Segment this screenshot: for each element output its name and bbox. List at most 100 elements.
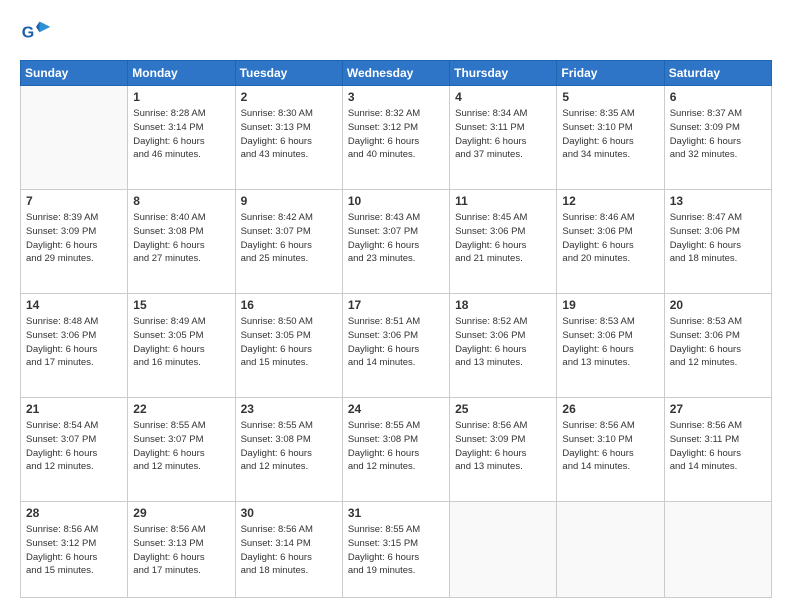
week-row-3: 14 Sunrise: 8:48 AM Sunset: 3:06 PM Dayli… (21, 294, 772, 398)
day-number: 26 (562, 402, 658, 416)
day-cell: 30Sunrise: 8:56 AM Sunset: 3:14 PM Dayli… (235, 502, 342, 598)
day-cell: 23 Sunrise: 8:55 AM Sunset: 3:08 PM Dayli… (235, 398, 342, 502)
day-info: Sunrise: 8:56 AM Sunset: 3:13 PM Dayligh… (133, 523, 229, 578)
day-info: Sunrise: 8:46 AM Sunset: 3:06 PM Dayligh… (562, 211, 658, 266)
day-info: Sunrise: 8:30 AM Sunset: 3:13 PM Dayligh… (241, 107, 337, 162)
day-cell: 5 Sunrise: 8:35 AM Sunset: 3:10 PM Daylig… (557, 86, 664, 190)
day-cell: 26Sunrise: 8:56 AM Sunset: 3:10 PM Dayli… (557, 398, 664, 502)
day-info: Sunrise: 8:55 AM Sunset: 3:07 PM Dayligh… (133, 419, 229, 474)
day-header-tuesday: Tuesday (235, 61, 342, 86)
day-number: 16 (241, 298, 337, 312)
day-header-friday: Friday (557, 61, 664, 86)
day-info: Sunrise: 8:56 AM Sunset: 3:09 PM Dayligh… (455, 419, 551, 474)
logo: G (20, 18, 56, 50)
day-cell: 18Sunrise: 8:52 AM Sunset: 3:06 PM Dayli… (450, 294, 557, 398)
day-number: 8 (133, 194, 229, 208)
day-number: 19 (562, 298, 658, 312)
day-info: Sunrise: 8:50 AM Sunset: 3:05 PM Dayligh… (241, 315, 337, 370)
day-cell: 9Sunrise: 8:42 AM Sunset: 3:07 PM Daylig… (235, 190, 342, 294)
day-info: Sunrise: 8:52 AM Sunset: 3:06 PM Dayligh… (455, 315, 551, 370)
day-cell: 19 Sunrise: 8:53 AM Sunset: 3:06 PM Dayli… (557, 294, 664, 398)
day-number: 25 (455, 402, 551, 416)
day-cell: 20 Sunrise: 8:53 AM Sunset: 3:06 PM Dayli… (664, 294, 771, 398)
day-info: Sunrise: 8:47 AM Sunset: 3:06 PM Dayligh… (670, 211, 766, 266)
day-cell: 2 Sunrise: 8:30 AM Sunset: 3:13 PM Daylig… (235, 86, 342, 190)
day-number: 11 (455, 194, 551, 208)
day-info: Sunrise: 8:32 AM Sunset: 3:12 PM Dayligh… (348, 107, 444, 162)
day-number: 31 (348, 506, 444, 520)
day-info: Sunrise: 8:53 AM Sunset: 3:06 PM Dayligh… (670, 315, 766, 370)
day-cell: 24 Sunrise: 8:55 AM Sunset: 3:08 PM Dayli… (342, 398, 449, 502)
day-cell (21, 86, 128, 190)
day-cell: 21Sunrise: 8:54 AM Sunset: 3:07 PM Dayli… (21, 398, 128, 502)
day-cell: 17Sunrise: 8:51 AM Sunset: 3:06 PM Dayli… (342, 294, 449, 398)
day-info: Sunrise: 8:39 AM Sunset: 3:09 PM Dayligh… (26, 211, 122, 266)
day-cell: 22 Sunrise: 8:55 AM Sunset: 3:07 PM Dayli… (128, 398, 235, 502)
day-number: 2 (241, 90, 337, 104)
day-cell: 16 Sunrise: 8:50 AM Sunset: 3:05 PM Dayli… (235, 294, 342, 398)
day-number: 14 (26, 298, 122, 312)
day-info: Sunrise: 8:55 AM Sunset: 3:08 PM Dayligh… (241, 419, 337, 474)
day-cell: 10 Sunrise: 8:43 AM Sunset: 3:07 PM Dayli… (342, 190, 449, 294)
svg-text:G: G (22, 25, 34, 42)
day-cell: 28 Sunrise: 8:56 AM Sunset: 3:12 PM Dayli… (21, 502, 128, 598)
page: G SundayMondayTuesdayWednesdayThursdayFr… (0, 0, 792, 612)
day-info: Sunrise: 8:48 AM Sunset: 3:06 PM Dayligh… (26, 315, 122, 370)
day-number: 7 (26, 194, 122, 208)
day-number: 30 (241, 506, 337, 520)
day-cell: 31 Sunrise: 8:55 AM Sunset: 3:15 PM Dayli… (342, 502, 449, 598)
day-number: 13 (670, 194, 766, 208)
day-number: 22 (133, 402, 229, 416)
header: G (20, 18, 772, 50)
day-info: Sunrise: 8:53 AM Sunset: 3:06 PM Dayligh… (562, 315, 658, 370)
day-info: Sunrise: 8:40 AM Sunset: 3:08 PM Dayligh… (133, 211, 229, 266)
day-cell: 13 Sunrise: 8:47 AM Sunset: 3:06 PM Dayli… (664, 190, 771, 294)
day-number: 5 (562, 90, 658, 104)
day-info: Sunrise: 8:55 AM Sunset: 3:08 PM Dayligh… (348, 419, 444, 474)
day-cell: 3Sunrise: 8:32 AM Sunset: 3:12 PM Daylig… (342, 86, 449, 190)
day-cell: 27 Sunrise: 8:56 AM Sunset: 3:11 PM Dayli… (664, 398, 771, 502)
day-info: Sunrise: 8:56 AM Sunset: 3:12 PM Dayligh… (26, 523, 122, 578)
day-cell (664, 502, 771, 598)
day-number: 12 (562, 194, 658, 208)
day-number: 15 (133, 298, 229, 312)
day-info: Sunrise: 8:43 AM Sunset: 3:07 PM Dayligh… (348, 211, 444, 266)
day-info: Sunrise: 8:49 AM Sunset: 3:05 PM Dayligh… (133, 315, 229, 370)
day-info: Sunrise: 8:37 AM Sunset: 3:09 PM Dayligh… (670, 107, 766, 162)
calendar-table: SundayMondayTuesdayWednesdayThursdayFrid… (20, 60, 772, 598)
day-cell: 29 Sunrise: 8:56 AM Sunset: 3:13 PM Dayli… (128, 502, 235, 598)
day-cell: 14 Sunrise: 8:48 AM Sunset: 3:06 PM Dayli… (21, 294, 128, 398)
day-cell: 11Sunrise: 8:45 AM Sunset: 3:06 PM Dayli… (450, 190, 557, 294)
day-number: 23 (241, 402, 337, 416)
day-header-sunday: Sunday (21, 61, 128, 86)
day-number: 4 (455, 90, 551, 104)
day-number: 6 (670, 90, 766, 104)
header-row: SundayMondayTuesdayWednesdayThursdayFrid… (21, 61, 772, 86)
day-info: Sunrise: 8:35 AM Sunset: 3:10 PM Dayligh… (562, 107, 658, 162)
day-info: Sunrise: 8:54 AM Sunset: 3:07 PM Dayligh… (26, 419, 122, 474)
day-info: Sunrise: 8:56 AM Sunset: 3:11 PM Dayligh… (670, 419, 766, 474)
week-row-2: 7 Sunrise: 8:39 AM Sunset: 3:09 PM Daylig… (21, 190, 772, 294)
day-cell: 8 Sunrise: 8:40 AM Sunset: 3:08 PM Daylig… (128, 190, 235, 294)
day-number: 24 (348, 402, 444, 416)
day-number: 29 (133, 506, 229, 520)
day-info: Sunrise: 8:28 AM Sunset: 3:14 PM Dayligh… (133, 107, 229, 162)
day-number: 9 (241, 194, 337, 208)
day-header-saturday: Saturday (664, 61, 771, 86)
day-number: 10 (348, 194, 444, 208)
day-cell: 12 Sunrise: 8:46 AM Sunset: 3:06 PM Dayli… (557, 190, 664, 294)
logo-icon: G (20, 18, 52, 50)
day-cell: 15 Sunrise: 8:49 AM Sunset: 3:05 PM Dayli… (128, 294, 235, 398)
day-number: 28 (26, 506, 122, 520)
day-info: Sunrise: 8:51 AM Sunset: 3:06 PM Dayligh… (348, 315, 444, 370)
week-row-5: 28 Sunrise: 8:56 AM Sunset: 3:12 PM Dayli… (21, 502, 772, 598)
day-info: Sunrise: 8:55 AM Sunset: 3:15 PM Dayligh… (348, 523, 444, 578)
day-cell: 7 Sunrise: 8:39 AM Sunset: 3:09 PM Daylig… (21, 190, 128, 294)
day-number: 27 (670, 402, 766, 416)
day-cell (450, 502, 557, 598)
day-header-monday: Monday (128, 61, 235, 86)
day-number: 1 (133, 90, 229, 104)
day-number: 20 (670, 298, 766, 312)
week-row-4: 21Sunrise: 8:54 AM Sunset: 3:07 PM Dayli… (21, 398, 772, 502)
day-cell: 4Sunrise: 8:34 AM Sunset: 3:11 PM Daylig… (450, 86, 557, 190)
